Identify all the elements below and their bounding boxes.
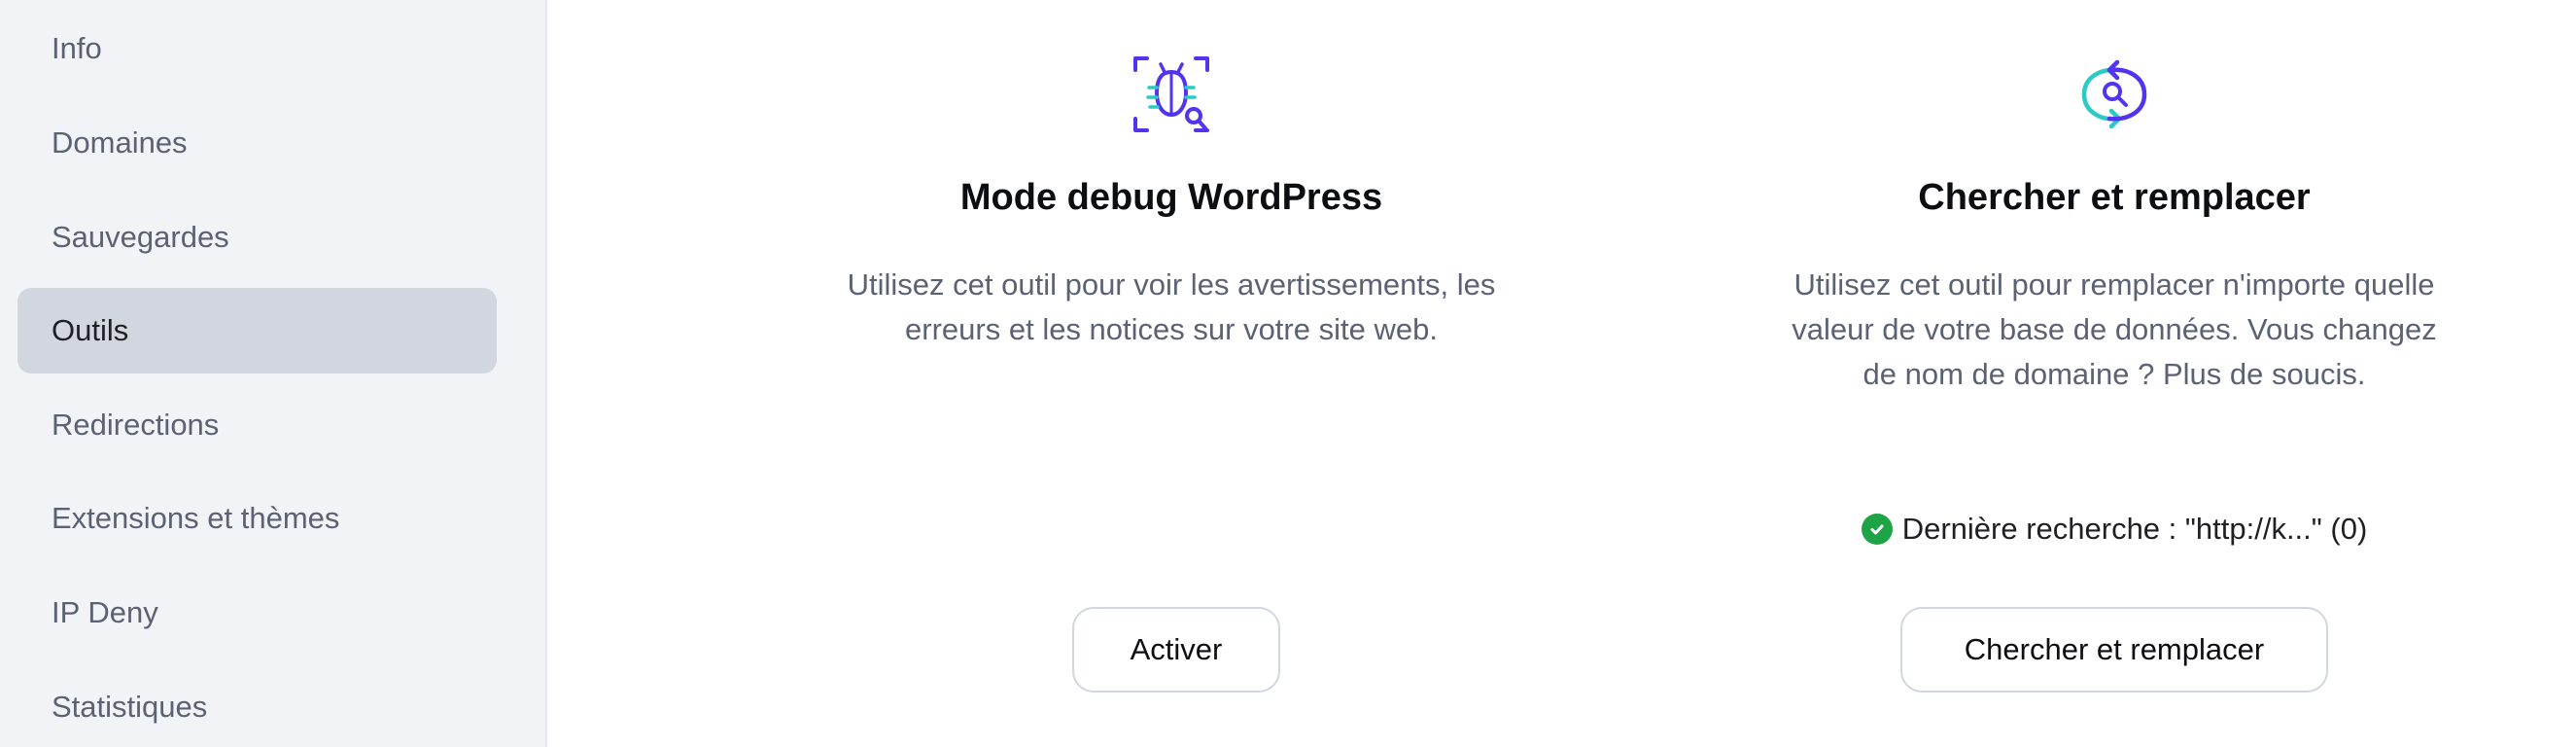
- debug-tool-card: Mode debug WordPress Utilisez cet outil …: [821, 0, 1521, 747]
- sidebar-item-label: Statistiques: [52, 690, 208, 724]
- bug-magnifier-icon: [1133, 56, 1209, 132]
- sidebar-item-label: IP Deny: [52, 595, 158, 629]
- sidebar-item-label: Extensions et thèmes: [52, 501, 340, 535]
- sidebar-item-extensions[interactable]: Extensions et thèmes: [17, 476, 497, 561]
- sidebar-item-ip-deny[interactable]: IP Deny: [17, 570, 497, 656]
- sidebar: Info Domaines Sauvegardes Outils Redirec…: [0, 0, 547, 747]
- sidebar-item-redirections[interactable]: Redirections: [17, 382, 497, 468]
- sidebar-item-info[interactable]: Info: [17, 6, 497, 91]
- search-replace-icon: [2081, 59, 2147, 129]
- sidebar-item-label: Info: [52, 31, 102, 65]
- search-replace-tool-title: Chercher et remplacer: [1918, 177, 2311, 218]
- search-replace-tool-description: Utilisez cet outil pour remplacer n'impo…: [1792, 267, 2437, 391]
- sidebar-item-outils[interactable]: Outils: [17, 288, 497, 374]
- sidebar-item-label: Redirections: [52, 408, 220, 442]
- last-search-status: Dernière recherche : "http://k..." (0): [1764, 512, 2464, 547]
- sidebar-item-domaines[interactable]: Domaines: [17, 100, 497, 186]
- activate-button[interactable]: Activer: [1072, 607, 1280, 693]
- search-replace-button[interactable]: Chercher et remplacer: [1900, 607, 2328, 693]
- sidebar-item-label: Outils: [52, 313, 129, 347]
- tools-panel: Mode debug WordPress Utilisez cet outil …: [549, 0, 2576, 747]
- debug-tool-description: Utilisez cet outil pour voir les avertis…: [847, 267, 1496, 346]
- sidebar-item-label: Sauvegardes: [52, 220, 229, 254]
- sidebar-item-sauvegardes[interactable]: Sauvegardes: [17, 195, 497, 280]
- check-circle-icon: [1861, 514, 1893, 545]
- sidebar-item-label: Domaines: [52, 125, 188, 160]
- debug-tool-title: Mode debug WordPress: [959, 177, 1383, 218]
- last-search-text: Dernière recherche : "http://k..." (0): [1901, 512, 2368, 546]
- search-replace-tool-card: Chercher et remplacer Utilisez cet outil…: [1764, 0, 2464, 747]
- sidebar-item-statistiques[interactable]: Statistiques: [17, 664, 497, 747]
